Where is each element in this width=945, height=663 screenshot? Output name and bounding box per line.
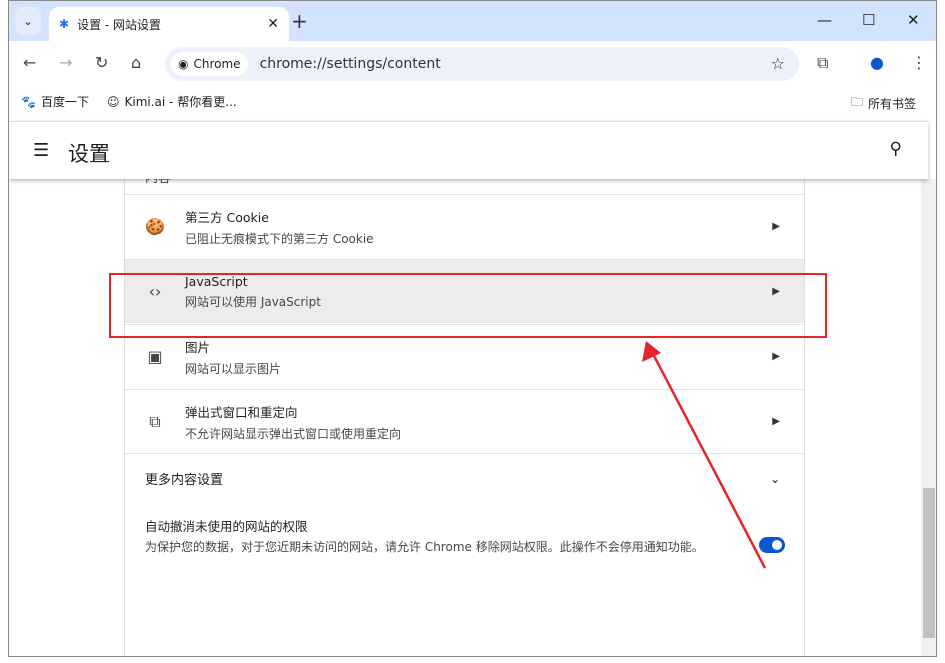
annotation-arrow (642, 341, 767, 569)
